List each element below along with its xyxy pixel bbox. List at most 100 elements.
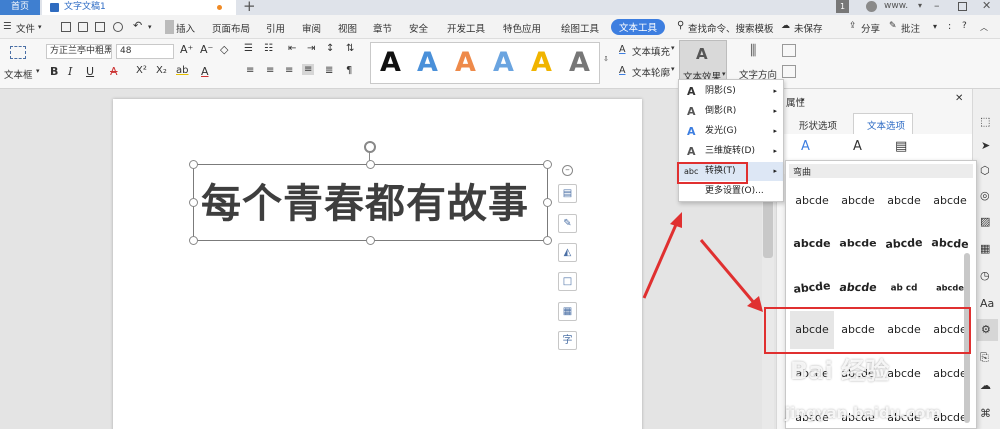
cursor-icon[interactable]: ➤ (981, 139, 990, 152)
art-style-black[interactable]: A (380, 47, 401, 78)
gallery-transform-item[interactable]: abcde (934, 274, 967, 303)
resize-handle[interactable] (543, 236, 552, 245)
unsaved-status[interactable]: 未保存 (794, 21, 823, 35)
document-page[interactable] (113, 99, 642, 429)
gallery-transform-item[interactable]: abcde (836, 227, 880, 261)
distribute-icon[interactable]: ≣ (325, 65, 333, 76)
menu-view[interactable]: 视图 (338, 21, 357, 35)
select-pane-icon[interactable]: ⬚ (980, 115, 990, 128)
textbox-tool-icon[interactable]: ▦ (558, 302, 577, 321)
undo-icon[interactable]: ↶ (133, 19, 142, 32)
gallery-transform-item[interactable]: abcde (790, 182, 834, 220)
cloud-tool-icon[interactable]: ☁ (980, 379, 991, 392)
shape-fill-bucket-icon[interactable]: ◭ (558, 243, 577, 262)
textbox-dropdown-icon[interactable]: ▾ (36, 67, 40, 75)
highlight-icon[interactable]: ab (176, 65, 188, 76)
print-icon[interactable] (95, 22, 105, 32)
resize-handle[interactable] (543, 160, 552, 169)
backup-icon[interactable]: ⎘ (980, 351, 989, 365)
resource-icon[interactable]: ◷ (980, 269, 990, 282)
art-gallery-expand-icon[interactable]: ⇩ (603, 55, 609, 63)
break-link-icon[interactable] (782, 65, 796, 78)
justify-icon[interactable]: ≡ (302, 64, 315, 75)
text-fill-dropdown-icon[interactable]: ▾ (671, 44, 675, 52)
close-window-button[interactable]: ✕ (982, 0, 991, 12)
indent-icon[interactable]: ⇥ (307, 43, 315, 54)
gallery-transform-item[interactable]: abcde (882, 182, 926, 220)
tools-icon[interactable]: ⌘ (980, 407, 991, 420)
bullet-list-icon[interactable]: ☰ (244, 43, 253, 54)
subscript-icon[interactable]: X₂ (156, 65, 167, 76)
numbered-list-icon[interactable]: ☷ (264, 43, 273, 54)
textbox-props-icon[interactable]: ▤ (895, 139, 907, 154)
undo-dropdown-icon[interactable]: ▾ (148, 23, 152, 31)
menu-text-tools[interactable]: 文本工具 (611, 19, 666, 35)
font-color-icon[interactable]: A (201, 65, 209, 78)
share-button[interactable]: 分享 (861, 21, 880, 35)
resize-handle[interactable] (366, 160, 375, 169)
collapse-tools-icon[interactable]: – (562, 165, 573, 176)
avatar[interactable] (866, 1, 877, 12)
menu-insert[interactable]: 插入 (176, 21, 195, 35)
menu-item-reflection[interactable]: A 倒影(R) ▸ (679, 102, 783, 121)
align-left-icon[interactable]: ≡ (246, 65, 254, 76)
shape-outline-icon[interactable]: □ (558, 272, 577, 291)
shrink-font-icon[interactable]: A⁻ (200, 43, 213, 56)
image-icon[interactable]: ▨ (980, 215, 990, 228)
gallery-transform-item[interactable]: ab cd (886, 273, 921, 303)
gallery-transform-item[interactable]: abcde (790, 225, 834, 263)
user-dropdown-icon[interactable]: ▾ (918, 1, 922, 10)
comment-button[interactable]: 批注 (901, 21, 920, 35)
art-style-orange-outline[interactable]: A (455, 47, 476, 78)
output-pdf-icon[interactable] (78, 22, 88, 32)
layout-options-icon[interactable]: ▤ (558, 184, 577, 203)
resize-handle[interactable] (189, 236, 198, 245)
maximize-button[interactable] (958, 2, 967, 11)
tab-home[interactable]: 首页 (0, 0, 40, 15)
link-textbox-icon[interactable] (782, 44, 796, 57)
selected-textbox[interactable]: 每个青春都有故事 (189, 160, 552, 245)
user-name[interactable]: www. (884, 1, 908, 11)
new-tab-button[interactable]: + (243, 0, 256, 15)
hamburger-icon[interactable]: ☰ (3, 21, 12, 32)
text-style-icon[interactable]: Aa (980, 297, 994, 310)
menu-developer[interactable]: 开发工具 (447, 21, 485, 35)
text-fill-button[interactable]: 文本填充 (632, 44, 670, 58)
outdent-icon[interactable]: ⇤ (288, 43, 296, 54)
textbox-text[interactable]: 每个青春都有故事 (201, 171, 529, 229)
align-right-icon[interactable]: ≡ (285, 65, 293, 76)
tab-text-options[interactable]: 文本选项 (853, 113, 913, 134)
italic-icon[interactable]: I (68, 65, 72, 78)
textbox-button[interactable]: 文本框 (4, 67, 33, 81)
menu-item-3d-rotation[interactable]: A 三维旋转(D) ▸ (679, 142, 783, 161)
gallery-transform-item[interactable]: abcde (788, 267, 836, 309)
minimize-button[interactable]: – (934, 0, 940, 12)
tab-shape-options[interactable]: 形状选项 (799, 118, 837, 132)
collapse-ribbon-icon[interactable]: ︿ (980, 22, 988, 33)
command-search[interactable]: 查找命令、搜索模板 (688, 21, 774, 35)
property-tool-active[interactable]: ⚙ (976, 319, 998, 341)
property-title-dropdown-icon[interactable]: ▾ (801, 96, 805, 104)
resize-handle[interactable] (189, 198, 198, 207)
art-style-blue[interactable]: A (417, 47, 438, 78)
menu-chapter[interactable]: 章节 (373, 21, 392, 35)
menu-file[interactable]: 文件 (16, 21, 35, 35)
art-style-gold[interactable]: A (531, 47, 552, 78)
bold-icon[interactable]: B (50, 65, 58, 78)
text-outline-dropdown-icon[interactable]: ▾ (671, 65, 675, 73)
text-outline-button[interactable]: 文本轮廓 (632, 65, 670, 79)
textbox-icon[interactable] (10, 46, 26, 59)
font-name-select[interactable]: 方正兰亭中粗黑 (46, 44, 112, 59)
save-icon[interactable] (61, 22, 71, 32)
art-style-blue-outline[interactable]: A (493, 47, 514, 78)
menu-item-more-settings[interactable]: 更多设置(O)... (679, 182, 783, 201)
sort-icon[interactable]: ⇅ (346, 43, 354, 54)
menu-review[interactable]: 审阅 (302, 21, 321, 35)
fill-outline-icon[interactable]: A (801, 139, 810, 154)
style-pane-icon[interactable]: ⬡ (980, 164, 990, 177)
menu-item-shadow[interactable]: A 阴影(S) ▸ (679, 82, 783, 101)
more-dropdown-icon[interactable]: ▾ (933, 22, 937, 31)
text-tool-button[interactable]: 字 (558, 331, 577, 350)
file-dropdown-icon[interactable]: ▾ (38, 23, 42, 31)
superscript-icon[interactable]: X² (136, 65, 147, 76)
